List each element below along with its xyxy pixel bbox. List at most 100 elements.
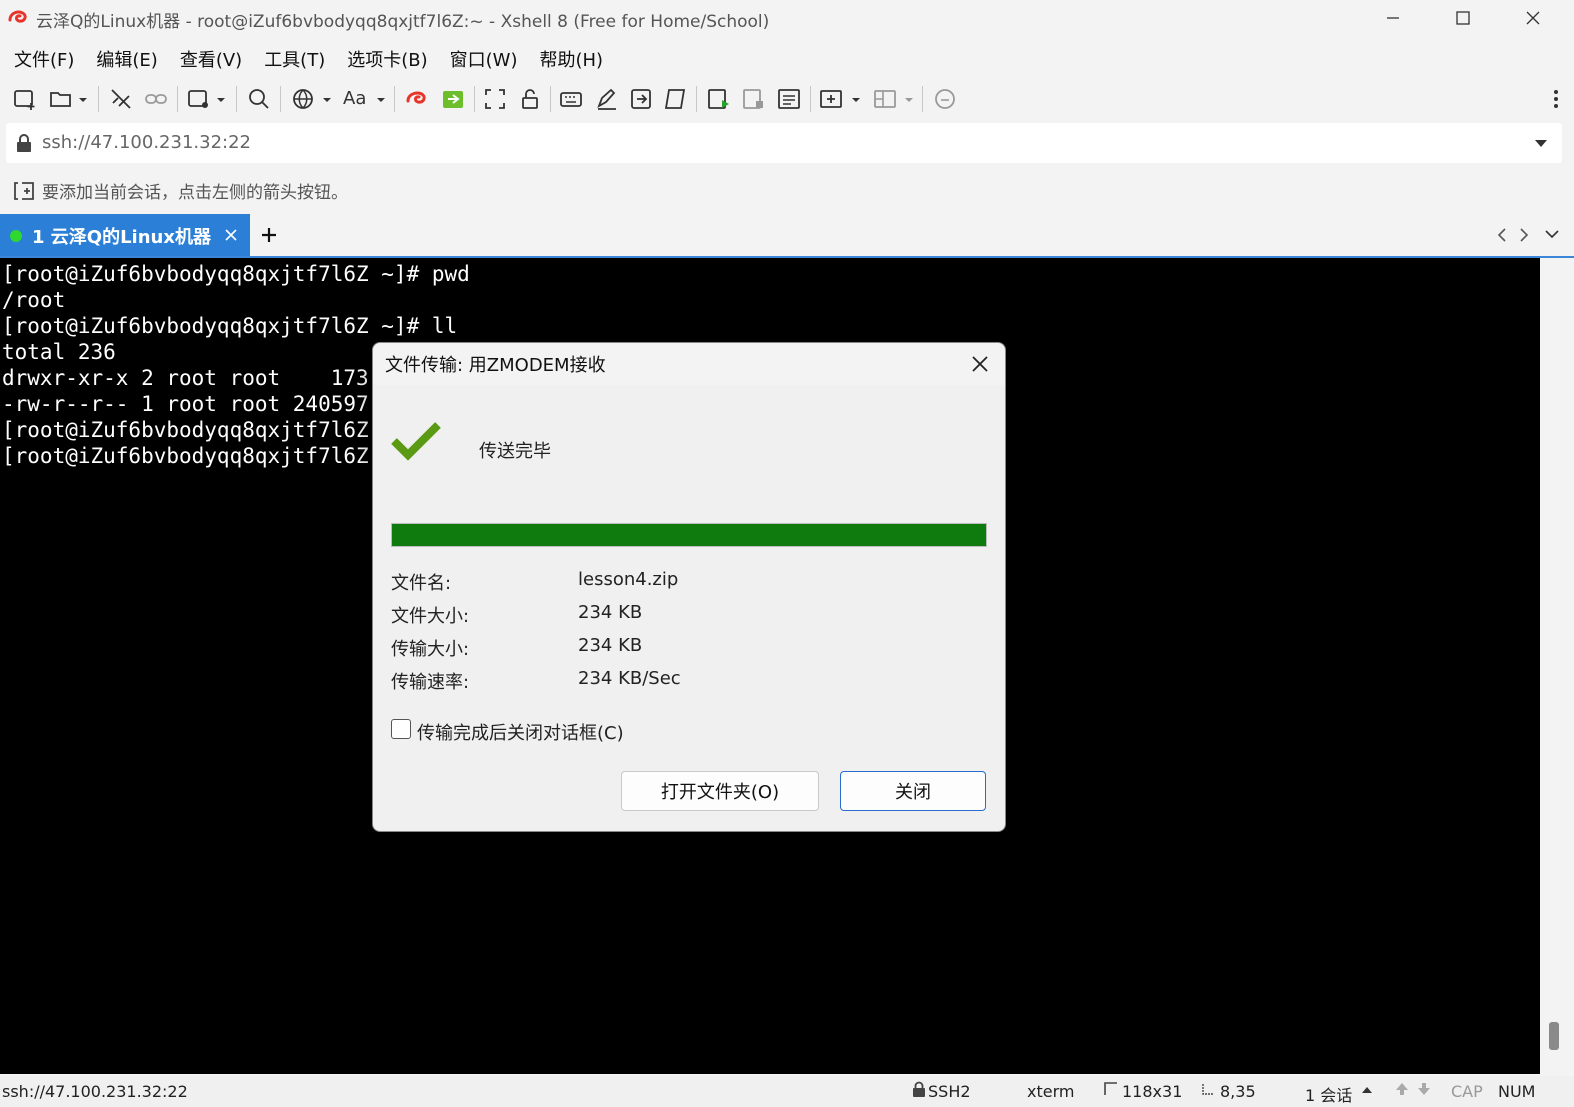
chevron-down-icon[interactable] (1534, 137, 1548, 149)
dialog-close-button[interactable] (963, 347, 997, 381)
link-icon[interactable] (143, 86, 169, 112)
new-tab-icon[interactable] (818, 86, 844, 112)
menu-tools[interactable]: 工具(T) (256, 40, 333, 74)
new-session-icon[interactable] (12, 86, 38, 112)
menu-window[interactable]: 窗口(W) (442, 40, 526, 74)
session-manager-icon[interactable] (186, 86, 212, 112)
tab-bar: 1 云泽Q的Linux机器 (0, 214, 1574, 258)
terminal-line: [root@iZuf6bvbodyqq8qxjtf7l6Z ~]# ll (2, 314, 458, 338)
chevron-left-icon[interactable] (1496, 227, 1508, 243)
terminal-line: [root@iZuf6bvbodyqq8qxjtf7l6Z ~]# pwd (2, 262, 470, 286)
status-sessions[interactable]: 1 会话 (1305, 1082, 1352, 1106)
file-name-value: lesson4.zip (578, 569, 679, 590)
fullscreen-icon[interactable] (482, 86, 508, 112)
menu-view[interactable]: 查看(V) (172, 40, 250, 74)
progress-fill (392, 524, 986, 546)
close-window-button[interactable] (1498, 0, 1568, 36)
lock-icon (17, 134, 31, 152)
status-bar: ssh://47.100.231.32:22 SSH2 xterm 118x31… (0, 1076, 1574, 1107)
lock-icon[interactable] (517, 86, 543, 112)
send-icon[interactable] (628, 86, 654, 112)
cursor-position-icon (1202, 1084, 1213, 1095)
address-input[interactable]: ssh://47.100.231.32:22 (42, 132, 251, 153)
chevron-down-icon[interactable] (214, 86, 228, 112)
status-protocol: SSH2 (928, 1082, 971, 1101)
scrollbar-thumb[interactable] (1549, 1022, 1559, 1050)
xftp-icon[interactable] (440, 86, 466, 112)
close-tab-icon[interactable] (224, 228, 238, 242)
tab-label: 1 云泽Q的Linux机器 (32, 227, 211, 248)
title-bar: 云泽Q的Linux机器 - root@iZuf6bvbodyqq8qxjtf7l… (0, 0, 1574, 36)
resize-icon (1104, 1082, 1117, 1095)
pen-icon[interactable] (594, 86, 620, 112)
open-folder-icon[interactable] (48, 86, 74, 112)
status-cursor: 8,35 (1220, 1082, 1256, 1101)
close-icon (972, 356, 988, 372)
transfer-size-label: 传输大小: (391, 639, 470, 660)
chevron-down-icon[interactable] (902, 86, 916, 112)
status-cap: CAP (1451, 1082, 1483, 1101)
close-button[interactable]: 关闭 (840, 771, 986, 811)
chat-icon[interactable] (932, 86, 958, 112)
disconnect-icon[interactable] (108, 86, 134, 112)
add-session-icon[interactable] (12, 180, 36, 202)
chevron-down-icon[interactable] (320, 86, 334, 112)
maximize-button[interactable] (1428, 0, 1498, 36)
transfer-progress-bar (391, 523, 987, 547)
log-stop-icon[interactable] (741, 86, 767, 112)
lock-icon (913, 1081, 925, 1097)
menu-edit[interactable]: 编辑(E) (88, 40, 165, 74)
document-icon[interactable] (776, 86, 802, 112)
file-size-label: 文件大小: (391, 606, 470, 627)
globe-icon[interactable] (290, 86, 316, 112)
script-icon[interactable] (662, 86, 688, 112)
chevron-up-icon[interactable] (1361, 1086, 1373, 1094)
add-tab-icon[interactable] (260, 226, 278, 244)
maximize-icon (1456, 11, 1470, 25)
chevron-down-icon[interactable] (76, 86, 90, 112)
font-icon[interactable]: Aa (343, 86, 371, 112)
arrow-up-icon[interactable] (1394, 1081, 1410, 1097)
status-size: 118x31 (1122, 1082, 1183, 1101)
minimize-icon (1387, 17, 1399, 19)
chevron-down-icon[interactable] (374, 86, 388, 112)
xshell-logo-icon (8, 10, 27, 23)
xshell-icon[interactable] (404, 86, 430, 112)
chevron-down-icon[interactable] (1544, 228, 1560, 240)
terminal-scrollbar[interactable] (1540, 258, 1568, 1074)
file-transfer-dialog: 文件传输: 用ZMODEM接收 传送完毕 文件名: lesson4.zip 文件… (372, 342, 1006, 832)
minimize-button[interactable] (1358, 0, 1428, 36)
status-terminal-type: xterm (1027, 1082, 1075, 1101)
status-address: ssh://47.100.231.32:22 (2, 1082, 188, 1101)
address-bar[interactable]: ssh://47.100.231.32:22 (6, 123, 1562, 163)
terminal-line: /root (2, 288, 66, 312)
close-icon (1526, 11, 1540, 25)
transfer-status: 传送完毕 (479, 441, 551, 462)
chevron-right-icon[interactable] (1518, 227, 1530, 243)
menu-bar: 文件(F) 编辑(E) 查看(V) 工具(T) 选项卡(B) 窗口(W) 帮助(… (0, 40, 611, 74)
tab-session-1[interactable]: 1 云泽Q的Linux机器 (0, 214, 250, 256)
close-after-transfer-label[interactable]: 传输完成后关闭对话框(C) (417, 719, 624, 745)
open-folder-button[interactable]: 打开文件夹(O) (621, 771, 819, 811)
menu-tabs[interactable]: 选项卡(B) (339, 40, 435, 74)
file-name-label: 文件名: (391, 573, 452, 594)
keyboard-icon[interactable] (558, 86, 584, 112)
status-num: NUM (1498, 1082, 1536, 1101)
arrow-down-icon[interactable] (1416, 1081, 1432, 1097)
close-after-transfer-checkbox[interactable] (391, 719, 411, 739)
menu-help[interactable]: 帮助(H) (531, 40, 611, 74)
window-title: 云泽Q的Linux机器 - root@iZuf6bvbodyqq8qxjtf7l… (36, 12, 770, 32)
session-hint: 要添加当前会话，点击左侧的箭头按钮。 (42, 183, 348, 203)
chevron-down-icon[interactable] (849, 86, 863, 112)
log-start-icon[interactable] (706, 86, 732, 112)
dialog-title: 文件传输: 用ZMODEM接收 (385, 355, 606, 376)
more-options-icon[interactable] (1546, 86, 1566, 112)
connected-status-icon (10, 230, 22, 242)
transfer-rate-value: 234 KB/Sec (578, 668, 681, 689)
checkmark-icon (391, 422, 441, 461)
layout-icon[interactable] (872, 86, 898, 112)
search-icon[interactable] (246, 86, 272, 112)
toolbar: Aa (0, 78, 1574, 118)
menu-file[interactable]: 文件(F) (6, 40, 82, 74)
transfer-size-value: 234 KB (578, 635, 643, 656)
